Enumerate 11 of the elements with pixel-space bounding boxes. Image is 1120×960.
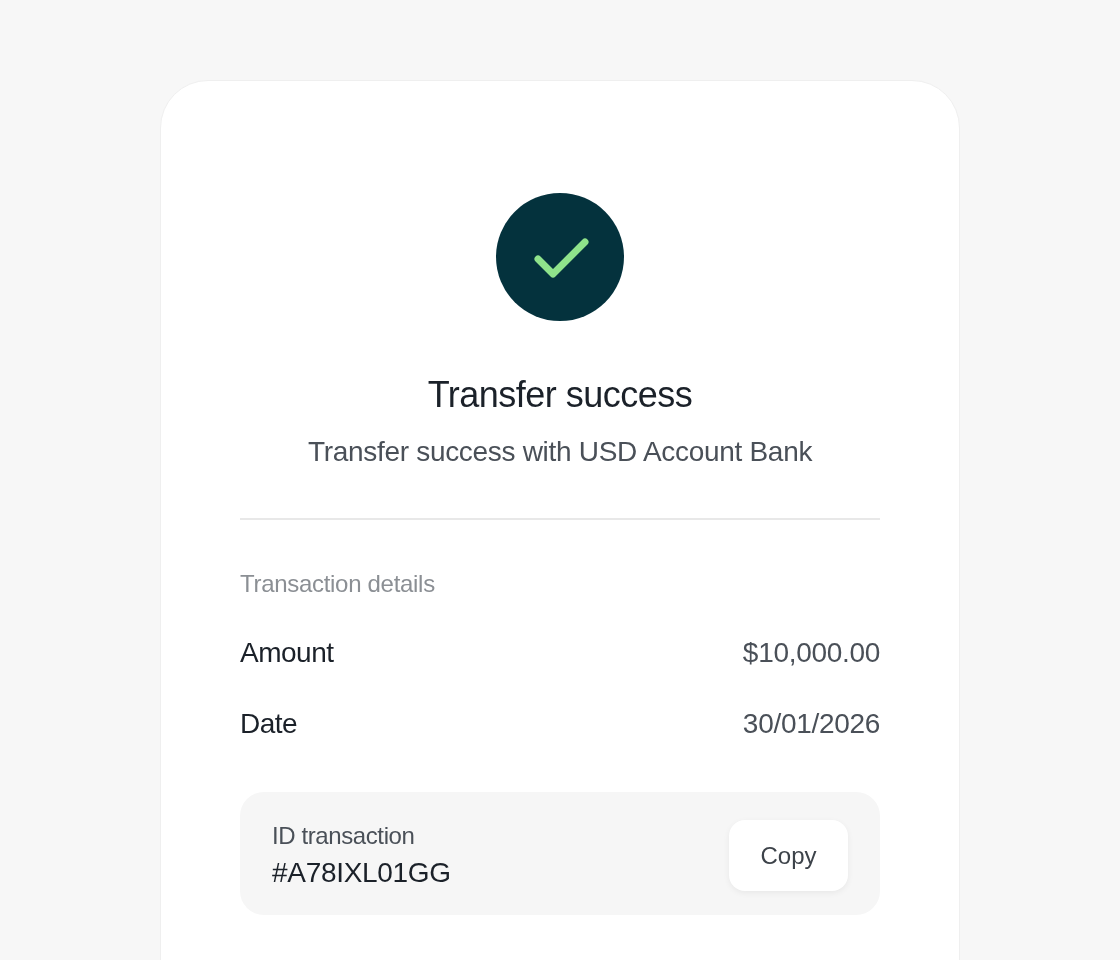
detail-value: 30/01/2026 (742, 707, 880, 741)
check-icon (496, 193, 624, 321)
detail-label: Amount (240, 636, 334, 670)
transaction-id-label: ID transaction (272, 820, 415, 851)
transaction-id-value: #A78IXL01GG (272, 855, 451, 890)
success-title: Transfer success (426, 373, 694, 417)
success-subtitle: Transfer success with USD Account Bank (306, 435, 814, 469)
detail-label: Date (240, 707, 298, 741)
copy-button[interactable]: Copy (729, 820, 848, 891)
detail-value: $10,000.00 (742, 636, 880, 670)
details-heading: Transaction details (240, 569, 435, 599)
